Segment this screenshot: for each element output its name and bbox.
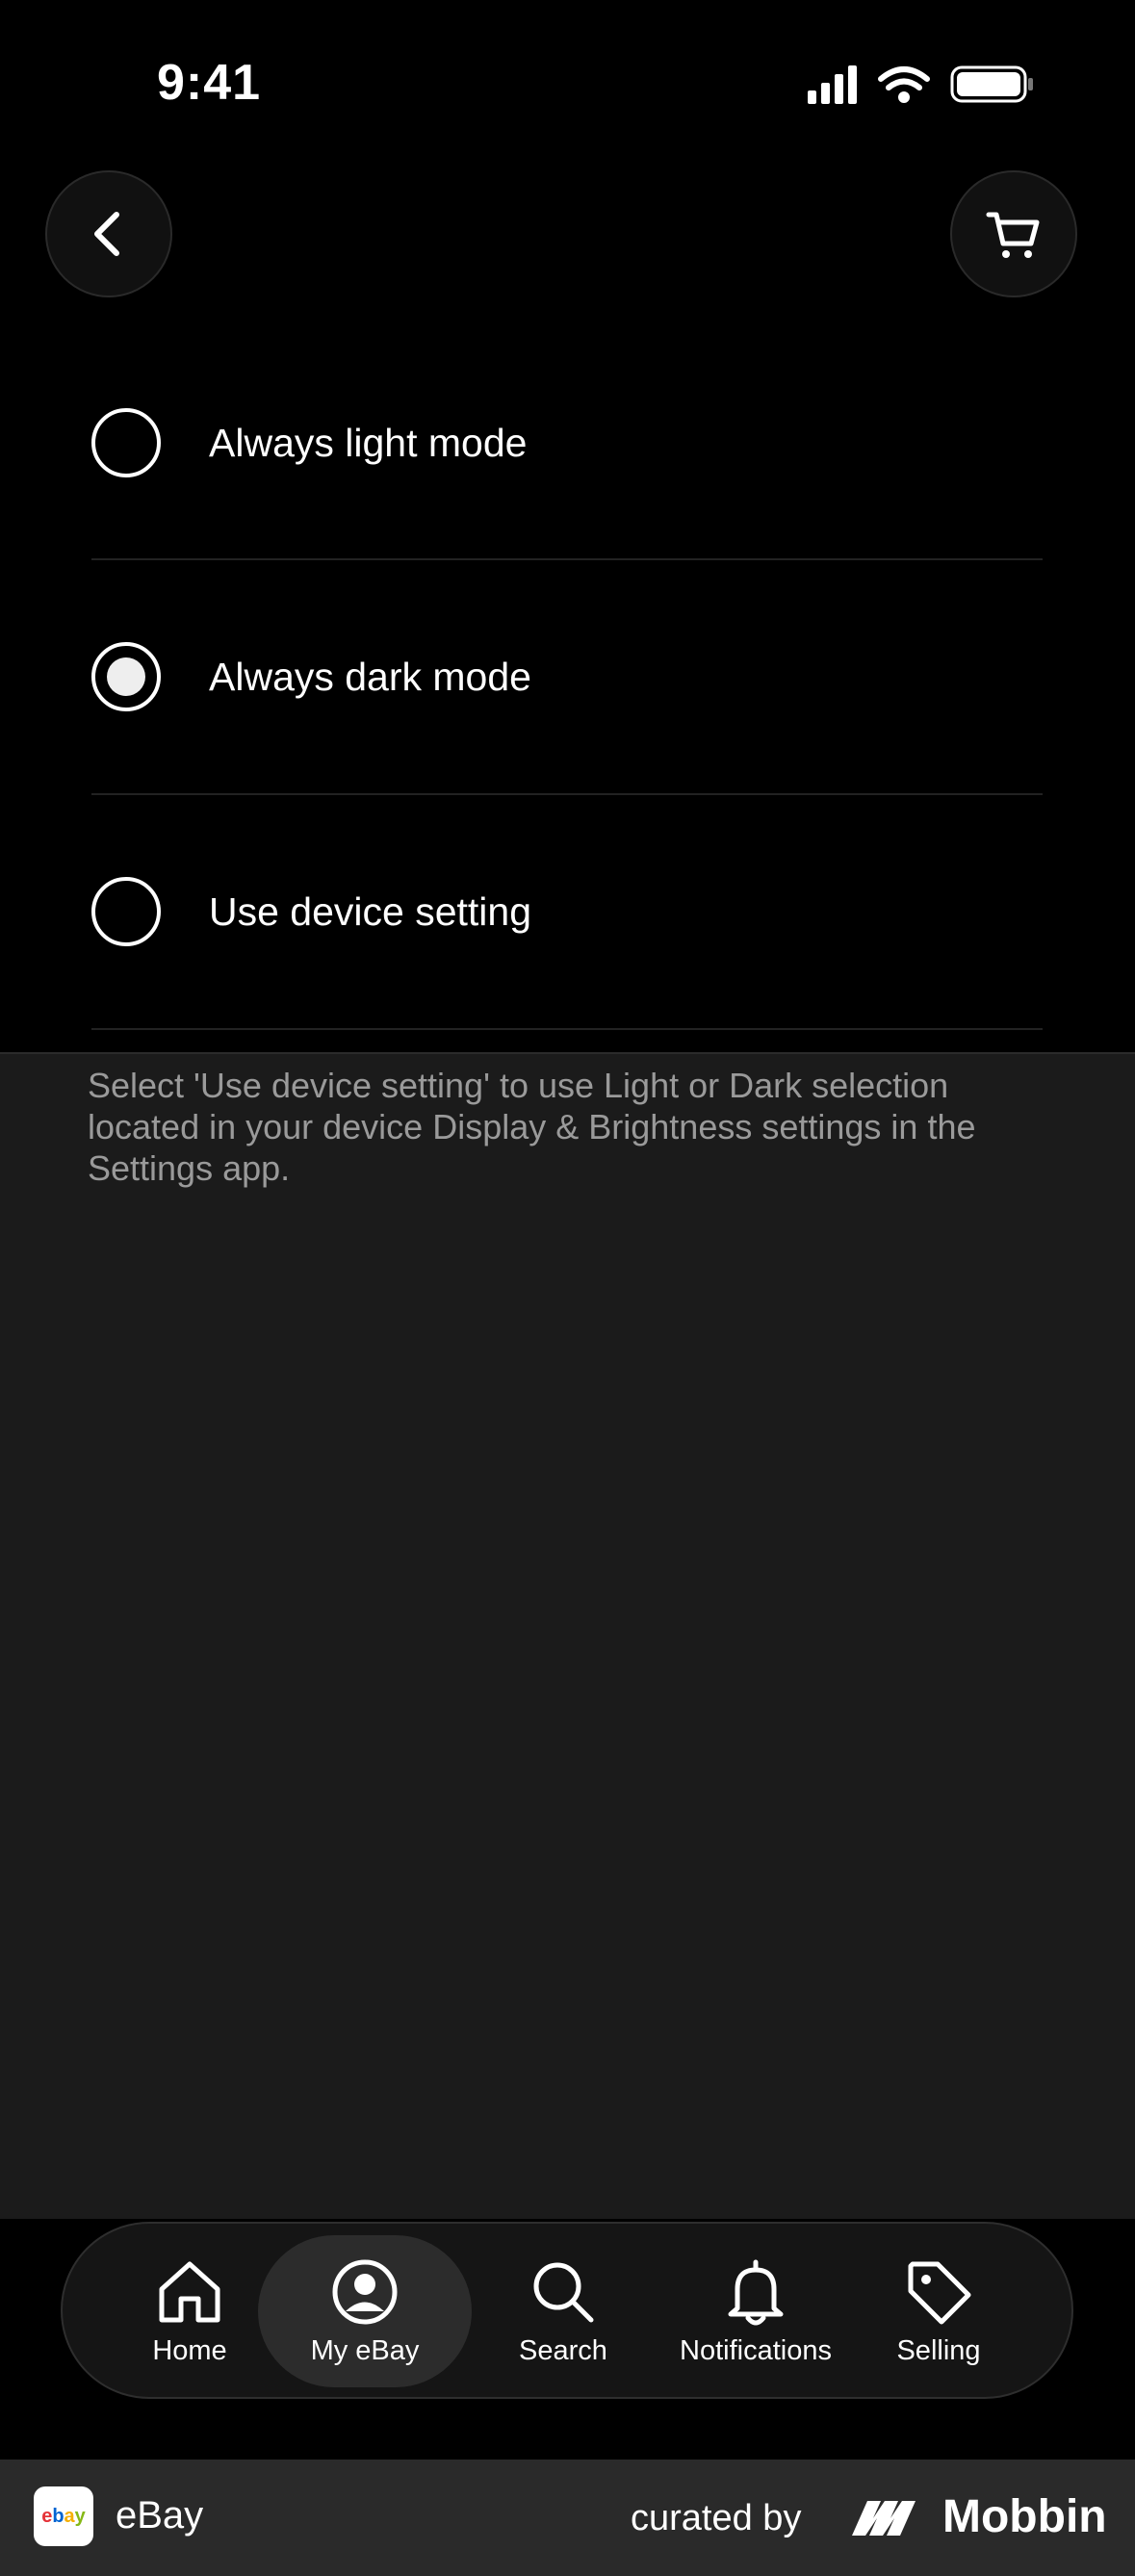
chevron-left-icon: [94, 212, 119, 256]
back-button[interactable]: [45, 170, 172, 297]
option-light-mode[interactable]: Always light mode: [91, 327, 1043, 560]
footer-bar: ebay eBay curated by Mobbin: [0, 2460, 1135, 2576]
app-name: eBay: [116, 2494, 204, 2537]
status-time: 9:41: [157, 55, 262, 111]
status-bar: 9:41: [0, 0, 1135, 164]
appearance-options: Always light mode Always dark mode Use d…: [91, 327, 1043, 1030]
tab-selling[interactable]: Selling: [876, 2235, 1001, 2387]
wifi-icon: [878, 66, 930, 103]
option-label: Use device setting: [209, 889, 532, 934]
option-device-setting[interactable]: Use device setting: [91, 795, 1043, 1030]
signal-icon: [808, 65, 857, 104]
profile-icon: [332, 2259, 398, 2325]
app-logo: ebay: [34, 2486, 93, 2546]
search-icon: [533, 2262, 594, 2323]
curated-by-text: curated by: [631, 2498, 802, 2538]
mobbin-brand: Mobbin: [852, 2486, 1107, 2546]
tab-label: My eBay: [310, 2335, 420, 2366]
tab-bar: Home My eBay Search Notifications Sellin…: [61, 2222, 1073, 2399]
tab-home[interactable]: Home: [113, 2235, 267, 2387]
option-label: Always light mode: [209, 420, 528, 465]
radio-button[interactable]: [91, 877, 161, 946]
radio-button[interactable]: [91, 408, 161, 477]
tab-notifications[interactable]: Notifications: [659, 2235, 852, 2387]
status-icons: [808, 65, 1033, 104]
radio-button-selected[interactable]: [91, 642, 161, 711]
tab-label: Notifications: [680, 2335, 832, 2366]
home-icon: [159, 2261, 220, 2323]
tab-my-ebay[interactable]: My eBay: [258, 2235, 472, 2387]
hint-text: Select 'Use device setting' to use Light…: [88, 1066, 976, 1188]
mobbin-logo-icon: [852, 2501, 916, 2536]
cart-button[interactable]: [950, 170, 1077, 297]
bell-icon: [728, 2259, 784, 2326]
tab-label: Home: [152, 2335, 227, 2366]
battery-icon: [950, 65, 1033, 103]
tab-label: Selling: [896, 2335, 981, 2366]
tab-label: Search: [519, 2335, 607, 2366]
settings-panel: 9:41 Always light mode Always dark mode …: [0, 0, 1135, 1053]
option-dark-mode[interactable]: Always dark mode: [91, 560, 1043, 795]
brand-name: Mobbin: [942, 2490, 1107, 2542]
tag-icon: [908, 2261, 971, 2325]
section-divider: [0, 1052, 1135, 1054]
tab-search[interactable]: Search: [486, 2235, 640, 2387]
option-label: Always dark mode: [209, 654, 531, 699]
cart-icon: [986, 212, 1040, 258]
